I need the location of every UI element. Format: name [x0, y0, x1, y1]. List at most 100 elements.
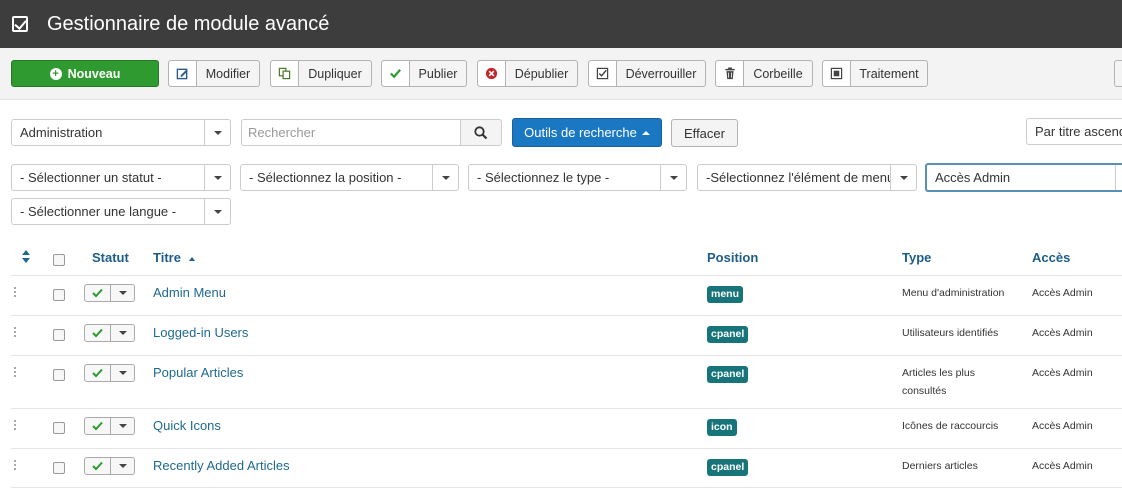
access-text: Accès Admin — [1032, 287, 1093, 299]
drag-handle-icon[interactable] — [14, 367, 18, 377]
checkin-button-label: Déverrouiller — [625, 66, 697, 81]
page-header: Gestionnaire de module avancé — [0, 0, 1122, 48]
position-badge: icon — [707, 419, 737, 436]
copy-icon — [271, 61, 299, 86]
chevron-down-icon — [204, 199, 230, 224]
status-column-header[interactable]: Statut — [92, 250, 129, 265]
access-text: Accès Admin — [1032, 460, 1093, 472]
client-select-value: Administration — [20, 125, 103, 140]
search-tools-button[interactable]: Outils de recherche — [512, 118, 662, 147]
row-checkbox[interactable] — [53, 422, 65, 434]
batch-icon — [823, 61, 851, 86]
search-button[interactable] — [460, 119, 502, 146]
access-filter-value: Accès Admin — [935, 170, 1011, 185]
new-button-label: Nouveau — [67, 66, 121, 81]
search-icon — [474, 125, 488, 139]
batch-button[interactable]: Traitement — [822, 60, 928, 87]
module-title-link[interactable]: Logged-in Users — [153, 325, 248, 340]
edit-button[interactable]: Modifier — [168, 60, 260, 87]
publish-button[interactable]: Publier — [381, 60, 467, 87]
status-toggle[interactable] — [84, 284, 135, 302]
chevron-down-icon — [890, 165, 916, 190]
status-toggle[interactable] — [84, 324, 135, 342]
toolbar: + Nouveau Modifier Dupliquer Publier Dép… — [0, 48, 1122, 100]
check-icon — [85, 325, 111, 341]
menu-item-filter-value: -Sélectionnez l'élément de menu- — [706, 170, 890, 185]
type-text-line2: consultés — [902, 385, 947, 397]
unpublish-icon — [478, 61, 506, 86]
chevron-down-icon — [111, 285, 134, 301]
checkin-button[interactable]: Déverrouiller — [588, 60, 706, 87]
chevron-down-icon — [111, 418, 134, 434]
language-filter-value: - Sélectionner une langue - — [20, 204, 177, 219]
type-column-header[interactable]: Type — [902, 250, 931, 265]
options-button[interactable] — [1114, 60, 1122, 87]
publish-button-label: Publier — [418, 66, 458, 81]
edit-button-label: Modifier — [205, 66, 251, 81]
language-filter-select[interactable]: - Sélectionner une langue - — [11, 198, 231, 225]
access-text: Accès Admin — [1032, 327, 1093, 339]
page-title: Gestionnaire de module avancé — [47, 12, 330, 35]
position-filter-select[interactable]: - Sélectionnez la position - — [240, 164, 459, 191]
position-filter-value: - Sélectionnez la position - — [249, 170, 402, 185]
type-filter-select[interactable]: - Sélectionnez le type - — [468, 164, 687, 191]
row-checkbox[interactable] — [53, 329, 65, 341]
access-column-header[interactable]: Accès — [1032, 250, 1070, 265]
trash-icon — [716, 61, 744, 86]
status-filter-select[interactable]: - Sélectionner un statut - — [11, 164, 231, 191]
checkbox-icon — [12, 16, 28, 32]
access-filter-select[interactable]: Accès Admin — [925, 163, 1122, 192]
row-checkbox[interactable] — [53, 369, 65, 381]
drag-handle-icon[interactable] — [14, 287, 18, 297]
caret-up-icon — [641, 130, 650, 135]
type-text: Icônes de raccourcis — [902, 420, 999, 432]
access-text: Accès Admin — [1032, 367, 1093, 379]
status-filter-value: - Sélectionner un statut - — [20, 170, 162, 185]
row-checkbox[interactable] — [53, 289, 65, 301]
check-icon — [85, 458, 111, 474]
plus-circle-icon: + — [49, 67, 62, 80]
unpublish-button[interactable]: Dépublier — [477, 60, 578, 87]
position-column-header[interactable]: Position — [707, 250, 758, 265]
ordering-column-header[interactable] — [22, 250, 30, 266]
client-select[interactable]: Administration — [11, 119, 231, 146]
chevron-down-icon — [432, 165, 458, 190]
trash-button[interactable]: Corbeille — [715, 60, 813, 87]
position-badge: cpanel — [707, 366, 749, 383]
drag-handle-icon[interactable] — [14, 327, 18, 337]
sort-icon — [22, 250, 30, 263]
status-toggle[interactable] — [84, 417, 135, 435]
title-column-header[interactable]: Titre — [153, 250, 195, 265]
position-badge: cpanel — [707, 459, 749, 476]
unpublish-button-label: Dépublier — [514, 66, 569, 81]
drag-handle-icon[interactable] — [14, 420, 18, 430]
module-title-link[interactable]: Quick Icons — [153, 418, 221, 433]
row-checkbox[interactable] — [53, 462, 65, 474]
module-title-link[interactable]: Admin Menu — [153, 285, 226, 300]
drag-handle-icon[interactable] — [14, 460, 18, 470]
status-toggle[interactable] — [84, 364, 135, 382]
type-text: Derniers articles — [902, 460, 978, 472]
sort-select[interactable]: Par titre ascendant — [1026, 118, 1122, 145]
position-badge: menu — [707, 286, 744, 303]
clear-button-label: Effacer — [684, 125, 725, 141]
menu-item-filter-select[interactable]: -Sélectionnez l'élément de menu- — [697, 164, 917, 191]
duplicate-button[interactable]: Dupliquer — [270, 60, 372, 87]
chevron-down-icon — [204, 165, 230, 190]
chevron-down-icon — [111, 458, 134, 474]
module-title-link[interactable]: Recently Added Articles — [153, 458, 290, 473]
status-toggle[interactable] — [84, 457, 135, 475]
edit-icon — [169, 61, 197, 86]
new-button[interactable]: + Nouveau — [11, 60, 159, 87]
check-icon — [85, 418, 111, 434]
select-all-checkbox[interactable] — [53, 254, 65, 266]
caret-up-icon — [188, 256, 195, 261]
search-input[interactable] — [241, 119, 461, 146]
check-icon — [382, 61, 410, 86]
trash-button-label: Corbeille — [753, 66, 803, 81]
checkin-icon — [589, 61, 617, 86]
check-icon — [85, 365, 111, 381]
module-title-link[interactable]: Popular Articles — [153, 365, 243, 380]
clear-button[interactable]: Effacer — [671, 119, 738, 147]
type-text: Menu d'administration — [902, 287, 1005, 299]
